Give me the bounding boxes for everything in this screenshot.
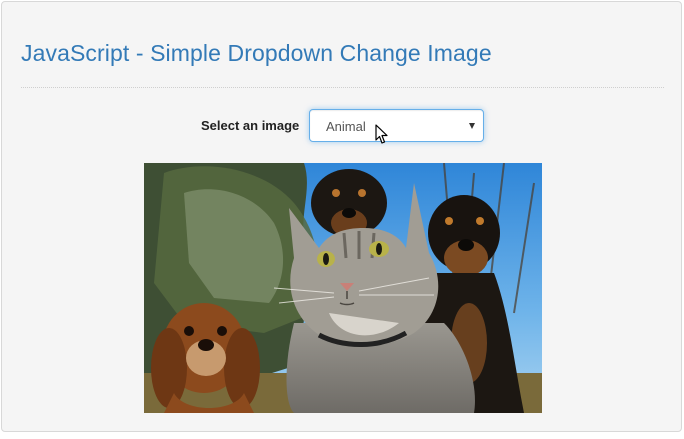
mouse-pointer-icon [375, 124, 388, 144]
dropdown-selected-value: Animal [326, 119, 366, 134]
chevron-down-icon [469, 123, 475, 129]
image-dropdown[interactable]: Animal [309, 109, 484, 142]
main-panel: JavaScript - Simple Dropdown Change Imag… [1, 1, 682, 432]
title-divider [21, 87, 664, 88]
select-label: Select an image [201, 118, 300, 133]
page-title: JavaScript - Simple Dropdown Change Imag… [21, 40, 492, 66]
image-select-row: Select an image Animal [2, 109, 681, 142]
selected-image [144, 163, 542, 413]
